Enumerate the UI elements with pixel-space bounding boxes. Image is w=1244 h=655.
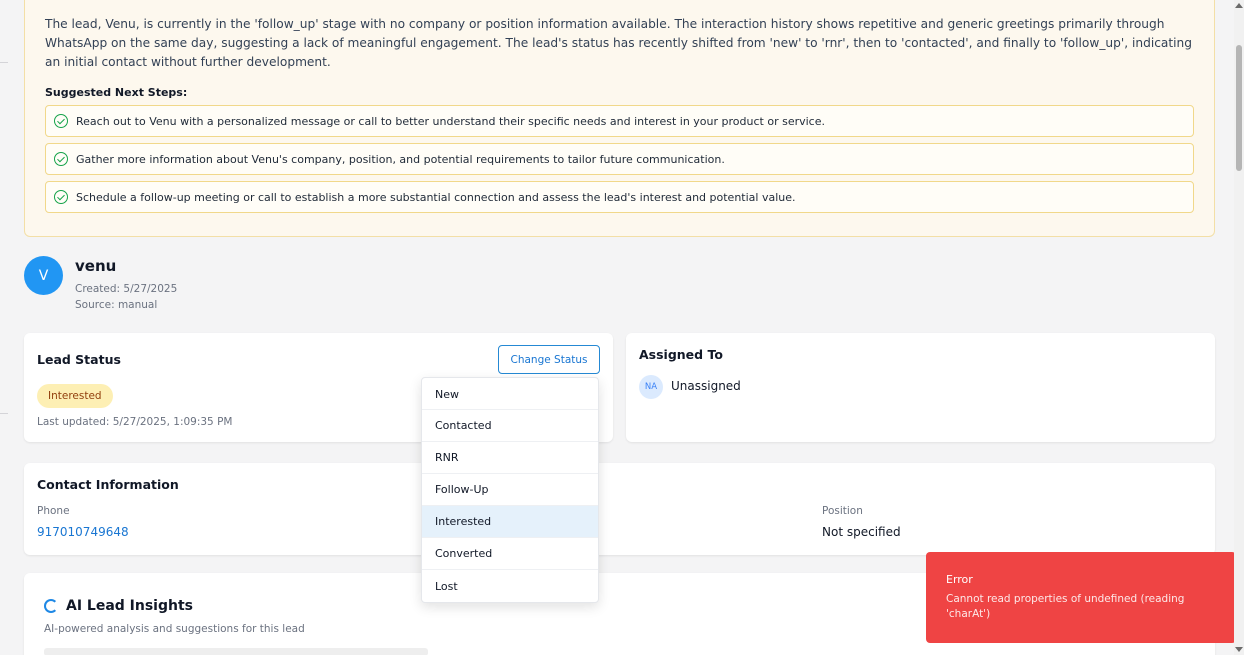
error-toast[interactable]: Error Cannot read properties of undefine… (926, 552, 1236, 643)
scroll-down-arrow-icon[interactable] (1235, 647, 1243, 652)
check-circle-icon (54, 114, 68, 128)
status-option-lost[interactable]: Lost (422, 570, 598, 602)
toast-message: Cannot read properties of undefined (rea… (946, 593, 1185, 620)
status-option-interested[interactable]: Interested (422, 506, 598, 538)
next-step-text: Schedule a follow-up meeting or call to … (76, 190, 796, 204)
next-step-text: Reach out to Venu with a personalized me… (76, 114, 825, 128)
assignee-name: Unassigned (671, 379, 741, 393)
insights-subtitle: AI-powered analysis and suggestions for … (44, 623, 305, 635)
position-value: Not specified (822, 525, 901, 539)
lead-name: venu (75, 257, 117, 275)
lead-avatar: V (24, 256, 63, 295)
assigned-to-card: Assigned To NA Unassigned (626, 333, 1215, 442)
edge-divider (0, 413, 8, 414)
status-option-follow-up[interactable]: Follow-Up (422, 474, 598, 506)
next-step-text: Gather more information about Venu's com… (76, 152, 725, 166)
phone-label: Phone (37, 505, 70, 517)
next-step-item: Gather more information about Venu's com… (45, 143, 1194, 175)
lead-source: Source: manual (75, 299, 158, 311)
assigned-to-title: Assigned To (639, 347, 723, 362)
ai-insights-icon (44, 599, 58, 613)
vertical-scrollbar[interactable] (1234, 0, 1244, 655)
status-dropdown-menu: New Contacted RNR Follow-Up Interested C… (421, 377, 599, 603)
insights-title: AI Lead Insights (66, 598, 193, 614)
check-circle-icon (54, 152, 68, 166)
change-status-button[interactable]: Change Status (498, 345, 600, 374)
status-option-converted[interactable]: Converted (422, 538, 598, 570)
ai-summary-panel: The lead, Venu, is currently in the 'fol… (24, 0, 1215, 237)
next-step-item: Reach out to Venu with a personalized me… (45, 105, 1194, 137)
scrollbar-thumb[interactable] (1236, 45, 1242, 171)
scroll-up-arrow-icon[interactable] (1235, 3, 1243, 8)
status-option-new[interactable]: New (422, 379, 598, 410)
next-step-item: Schedule a follow-up meeting or call to … (45, 181, 1194, 213)
left-edge (0, 0, 8, 655)
lead-header: V venu Created: 5/27/2025 Source: manual (24, 256, 177, 313)
status-option-contacted[interactable]: Contacted (422, 410, 598, 442)
summary-text: The lead, Venu, is currently in the 'fol… (45, 17, 1193, 69)
lead-status-title: Lead Status (37, 352, 121, 367)
insights-loading-bar (44, 648, 428, 655)
position-label: Position (822, 505, 863, 517)
created-date: Created: 5/27/2025 (75, 283, 178, 295)
check-circle-icon (54, 190, 68, 204)
toast-title: Error (946, 573, 973, 586)
next-steps-title: Suggested Next Steps: (45, 86, 188, 99)
status-badge: Interested (37, 384, 113, 408)
assignee-avatar: NA (639, 375, 663, 399)
status-option-rnr[interactable]: RNR (422, 442, 598, 474)
phone-link[interactable]: 917010749648 (37, 525, 129, 539)
last-updated: Last updated: 5/27/2025, 1:09:35 PM (37, 416, 233, 428)
insights-header: AI Lead Insights (44, 598, 193, 614)
contact-information-card: Contact Information Phone 917010749648 P… (24, 463, 1215, 555)
lead-meta: venu Created: 5/27/2025 Source: manual (75, 256, 177, 313)
edge-divider (0, 62, 8, 63)
contact-information-title: Contact Information (37, 477, 179, 492)
